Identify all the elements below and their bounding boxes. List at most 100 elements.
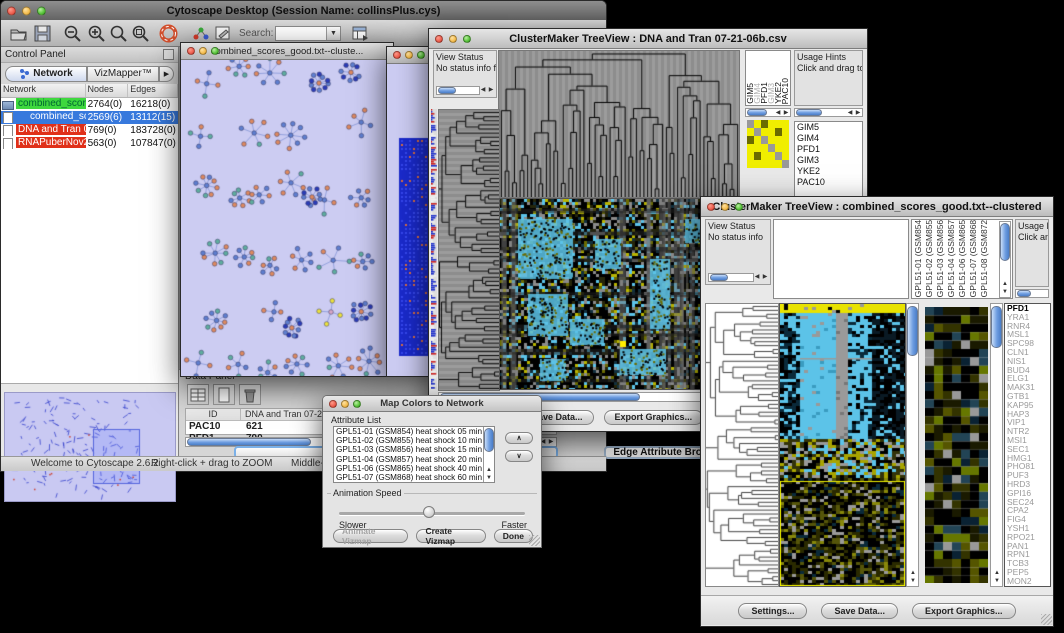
matrix-cell[interactable] — [782, 128, 789, 136]
tab-vizmapper[interactable]: VizMapper™ — [87, 66, 159, 82]
network-list-header[interactable]: NetworkNodesEdges — [1, 84, 178, 98]
network-canvas[interactable] — [181, 60, 391, 376]
attribute-item[interactable]: GPL51-03 (GSM856) heat shock 15 min — [334, 445, 494, 454]
tabs-more-icon[interactable]: ▶ — [159, 66, 174, 82]
correlation-matrix[interactable] — [747, 120, 789, 168]
gene-item[interactable]: GIM4 — [797, 133, 862, 144]
usage-hints-scrollbar[interactable] — [1015, 289, 1049, 298]
resize-grip[interactable] — [1041, 614, 1052, 625]
treeview1-button[interactable]: Export Graphics... — [604, 410, 704, 425]
matrix-cell[interactable] — [754, 152, 761, 160]
matrix-cell[interactable] — [747, 160, 754, 168]
move-up-button[interactable]: ∧ — [505, 432, 533, 444]
matrix-cell[interactable] — [768, 128, 775, 136]
zoom-out-icon[interactable] — [63, 24, 82, 43]
view-status-scrollbar[interactable] — [708, 273, 754, 282]
close-button[interactable] — [393, 51, 401, 59]
minimize-button[interactable] — [341, 400, 349, 408]
matrix-cell[interactable] — [768, 160, 775, 168]
main-titlebar[interactable]: Cytoscape Desktop (Session Name: collins… — [1, 1, 606, 21]
matrix-cell[interactable] — [754, 144, 761, 152]
move-down-button[interactable]: ∨ — [505, 450, 533, 462]
resize-grip[interactable] — [529, 535, 540, 546]
column-labels-vscrollbar[interactable]: ▲▼ — [999, 221, 1011, 298]
gene-item[interactable]: PAC10 — [797, 177, 862, 188]
column-label[interactable]: PAC10 — [781, 51, 788, 105]
usage-hints-scrollbar[interactable]: ◀▶ — [794, 108, 863, 117]
attribute-list[interactable]: GPL51-01 (GSM854) heat shock 05 minGPL51… — [333, 426, 495, 483]
minimize-button[interactable] — [449, 35, 457, 43]
attribute-item[interactable]: GPL51-01 (GSM854) heat shock 05 min — [334, 427, 494, 436]
close-button[interactable] — [7, 6, 16, 15]
close-button[interactable] — [329, 400, 337, 408]
matrix-cell[interactable] — [775, 160, 782, 168]
network-view-titlebar[interactable]: combined_scores_good.txt--cluste... — [181, 43, 393, 60]
matrix-cell[interactable] — [768, 120, 775, 128]
zoom-button[interactable] — [37, 6, 46, 15]
import-table-icon[interactable] — [351, 24, 370, 43]
matrix-cell[interactable] — [768, 152, 775, 160]
matrix-cell[interactable] — [775, 128, 782, 136]
matrix-cell[interactable] — [775, 144, 782, 152]
matrix-cell[interactable] — [775, 136, 782, 144]
zoom-in-icon[interactable] — [87, 24, 106, 43]
zoom-button[interactable] — [353, 400, 361, 408]
matrix-cell[interactable] — [768, 144, 775, 152]
zoom-vscrollbar[interactable]: ▲▼ — [990, 303, 1003, 587]
zoom-button[interactable] — [735, 203, 743, 211]
search-input[interactable]: ▼ — [275, 26, 341, 41]
zoom-button[interactable] — [211, 47, 219, 55]
treeview2-button[interactable]: Save Data... — [821, 603, 898, 619]
minimize-button[interactable] — [199, 47, 207, 55]
matrix-cell[interactable] — [782, 120, 789, 128]
row-dendrogram[interactable] — [438, 109, 500, 391]
matrix-cell[interactable] — [775, 152, 782, 160]
attribute-item[interactable]: GPL51-04 (GSM857) heat shock 20 min — [334, 455, 494, 464]
gene-item[interactable]: GIM3 — [797, 155, 862, 166]
matrix-cell[interactable] — [782, 144, 789, 152]
matrix-cell[interactable] — [747, 144, 754, 152]
zoom-button[interactable] — [417, 51, 425, 59]
search-dropdown-icon[interactable]: ▼ — [326, 27, 340, 40]
gene-item[interactable]: PFD1 — [797, 144, 862, 155]
gene-item[interactable]: GIM5 — [797, 122, 862, 133]
save-icon[interactable] — [33, 24, 52, 43]
attribute-item[interactable]: GPL51-02 (GSM855) heat shock 10 min — [334, 436, 494, 445]
minimize-button[interactable] — [721, 203, 729, 211]
matrix-cell[interactable] — [761, 128, 768, 136]
minimize-button[interactable] — [405, 51, 413, 59]
view-status-scrollbar[interactable] — [436, 86, 480, 95]
matrix-cell[interactable] — [782, 152, 789, 160]
matrix-cell[interactable] — [761, 136, 768, 144]
close-button[interactable] — [187, 47, 195, 55]
treeview2-button[interactable]: Export Graphics... — [912, 603, 1016, 619]
dialog-button[interactable]: Animate Vizmap — [333, 529, 408, 543]
column-dendrogram[interactable] — [498, 50, 740, 198]
column-dendrogram-area[interactable] — [773, 219, 909, 299]
dialog-button[interactable]: Done — [494, 529, 533, 543]
matrix-cell[interactable] — [782, 160, 789, 168]
treeview2-titlebar[interactable]: ClusterMaker TreeView : combined_scores_… — [701, 197, 1053, 217]
zoom-fit-icon[interactable] — [131, 24, 150, 43]
matrix-cell[interactable] — [747, 120, 754, 128]
open-folder-icon[interactable] — [9, 24, 28, 43]
gene-item[interactable]: YKE2 — [797, 166, 862, 177]
dialog-titlebar[interactable]: Map Colors to Network — [323, 396, 541, 412]
matrix-cell[interactable] — [761, 160, 768, 168]
zoom-button[interactable] — [463, 35, 471, 43]
delete-attribute-trash-icon[interactable] — [239, 384, 261, 405]
network-nodes-icon[interactable] — [191, 24, 210, 43]
tab-network[interactable]: Network — [5, 66, 87, 82]
matrix-cell[interactable] — [747, 136, 754, 144]
matrix-cell[interactable] — [768, 136, 775, 144]
treeview1-titlebar[interactable]: ClusterMaker TreeView : DNA and Tran 07-… — [429, 29, 867, 49]
network-overview-thumbnail[interactable] — [4, 392, 176, 502]
gene-item[interactable]: MON2 — [1007, 577, 1050, 586]
treeview2-button[interactable]: Settings... — [738, 603, 807, 619]
matrix-hscrollbar[interactable]: ◀▶ — [745, 108, 791, 117]
dialog-button[interactable]: Create Vizmap — [416, 529, 485, 543]
matrix-cell[interactable] — [747, 152, 754, 160]
annotation-icon[interactable] — [213, 24, 232, 43]
network-row[interactable]: RNAPuberNov2+ 563(0) 107847(0) — [1, 137, 178, 150]
matrix-cell[interactable] — [754, 136, 761, 144]
